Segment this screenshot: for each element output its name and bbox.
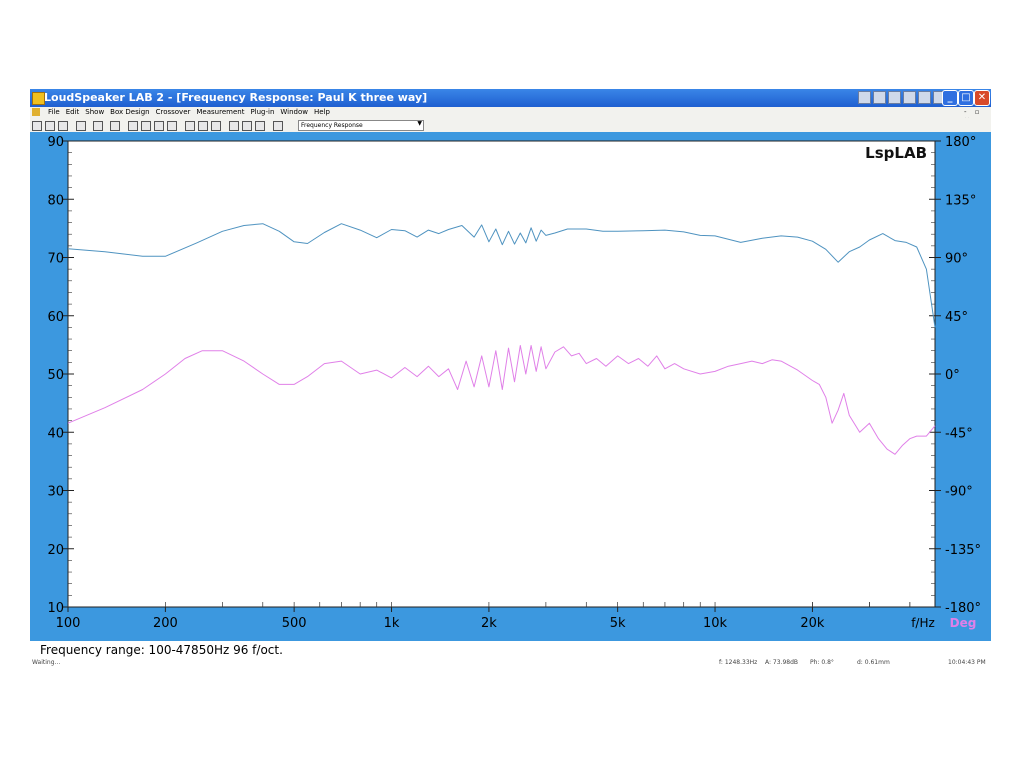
open-folder-icon[interactable] [45, 121, 55, 131]
view-select[interactable]: Frequency Response ▼ [298, 120, 424, 131]
x-axis-label: f/Hz [911, 616, 935, 630]
cursor-frequency: f: 1248.33Hz [719, 659, 758, 666]
chart-svg: 90 80 70 60 50 40 30 20 10 180° 135° 90° 45° 0° -45° -9… [47, 135, 981, 631]
lsplab-watermark: LspLAB [865, 144, 927, 162]
chevron-down-icon: ▼ [417, 120, 422, 127]
status-bar: Waiting... f: 1248.33Hz A: 73.98dB Ph: 0… [30, 657, 991, 669]
measure-tool-icon[interactable] [255, 121, 265, 131]
y-tick-label: 90 [47, 135, 64, 150]
y-tick-label: 30 [47, 485, 64, 500]
y-tick-label: 10 [47, 601, 64, 616]
window-title: LoudSpeaker LAB 2 - [Frequency Response:… [44, 91, 428, 104]
phase-unit-label: Deg [950, 616, 977, 630]
box-tool-icon[interactable] [185, 121, 195, 131]
menu-window[interactable]: Window [277, 107, 311, 118]
frequency-response-chart[interactable]: 90 80 70 60 50 40 30 20 10 180° 135° 90° 45° 0° -45° -9… [30, 132, 991, 641]
menu-measurement[interactable]: Measurement [193, 107, 247, 118]
x-tick-label: 5k [610, 616, 626, 631]
cursor-distance: d: 0.61mm [857, 659, 890, 666]
box-tool-icon[interactable] [211, 121, 221, 131]
y2-tick-label: -180° [945, 601, 981, 616]
title-bar[interactable]: LoudSpeaker LAB 2 - [Frequency Response:… [30, 89, 991, 107]
titlebar-tool-icons [858, 91, 946, 104]
menu-help[interactable]: Help [311, 107, 333, 118]
x-tick-label: 200 [153, 616, 178, 631]
frequency-range-text: Frequency range: 100-47850Hz 96 f/oct. [40, 643, 283, 657]
save-icon[interactable] [58, 121, 68, 131]
y2-tick-label: 135° [945, 193, 976, 208]
y-tick-label: 20 [47, 543, 64, 558]
box-tool-icon[interactable] [198, 121, 208, 131]
driver-tool-icon[interactable] [167, 121, 177, 131]
y2-tick-label: 45° [945, 310, 968, 325]
y-tick-label: 70 [47, 252, 64, 267]
menu-file[interactable]: File [45, 107, 63, 118]
x-tick-label: 100 [56, 616, 81, 631]
toolbar: Frequency Response ▼ [30, 118, 991, 132]
y2-tick-label: -135° [945, 543, 981, 558]
driver-tool-icon[interactable] [141, 121, 151, 131]
new-file-icon[interactable] [32, 121, 42, 131]
y-tick-label: 80 [47, 193, 64, 208]
menu-plug-in[interactable]: Plug-in [247, 107, 277, 118]
view-select-value: Frequency Response [301, 122, 363, 129]
y2-tick-label: 0° [945, 368, 960, 383]
status-state: Waiting... [32, 659, 61, 666]
x-tick-label: 2k [481, 616, 497, 631]
graph-tool-icon[interactable] [273, 121, 283, 131]
y2-tick-label: -90° [945, 485, 973, 500]
driver-tool-icon[interactable] [154, 121, 164, 131]
driver-tool-icon[interactable] [128, 121, 138, 131]
copy-icon[interactable] [93, 121, 103, 131]
y-tick-label: 40 [47, 426, 64, 441]
y2-tick-label: -45° [945, 426, 973, 441]
app-window: LoudSpeaker LAB 2 - [Frequency Response:… [30, 89, 991, 674]
maximize-button[interactable]: □ [958, 90, 974, 106]
menu-show[interactable]: Show [82, 107, 107, 118]
titlebar-tool-icon[interactable] [873, 91, 886, 104]
maximize-icon: □ [961, 92, 971, 103]
titlebar-tool-icon[interactable] [858, 91, 871, 104]
print-icon[interactable] [76, 121, 86, 131]
info-bar: Frequency range: 100-47850Hz 96 f/oct. [30, 641, 991, 657]
menu-box-design[interactable]: Box Design [107, 107, 152, 118]
cursor-phase: Ph: 0.8° [810, 659, 834, 666]
plot-area [67, 140, 936, 608]
titlebar-tool-icon[interactable] [903, 91, 916, 104]
document-icon[interactable] [32, 108, 40, 116]
undo-icon[interactable] [110, 121, 120, 131]
x-tick-label: 20k [800, 616, 825, 631]
close-icon: ✕ [977, 92, 987, 103]
x-tick-label: 1k [384, 616, 400, 631]
close-button[interactable]: ✕ [974, 90, 990, 106]
y2-tick-label: 90° [945, 252, 968, 267]
x-tick-label: 10k [703, 616, 728, 631]
minimize-button[interactable]: _ [942, 90, 958, 106]
clock: 10:04:43 PM [948, 659, 986, 666]
measure-tool-icon[interactable] [229, 121, 239, 131]
menu-crossover[interactable]: Crossover [153, 107, 194, 118]
menu-edit[interactable]: Edit [63, 107, 83, 118]
y-tick-label: 60 [47, 310, 64, 325]
cursor-amplitude: A: 73.98dB [765, 659, 799, 666]
titlebar-tool-icon[interactable] [888, 91, 901, 104]
x-tick-label: 500 [282, 616, 307, 631]
titlebar-tool-icon[interactable] [918, 91, 931, 104]
menu-bar: File Edit Show Box Design Crossover Meas… [30, 107, 991, 124]
minimize-icon: _ [947, 92, 953, 103]
y-tick-label: 50 [47, 368, 64, 383]
y2-tick-label: 180° [945, 135, 976, 150]
measure-tool-icon[interactable] [242, 121, 252, 131]
